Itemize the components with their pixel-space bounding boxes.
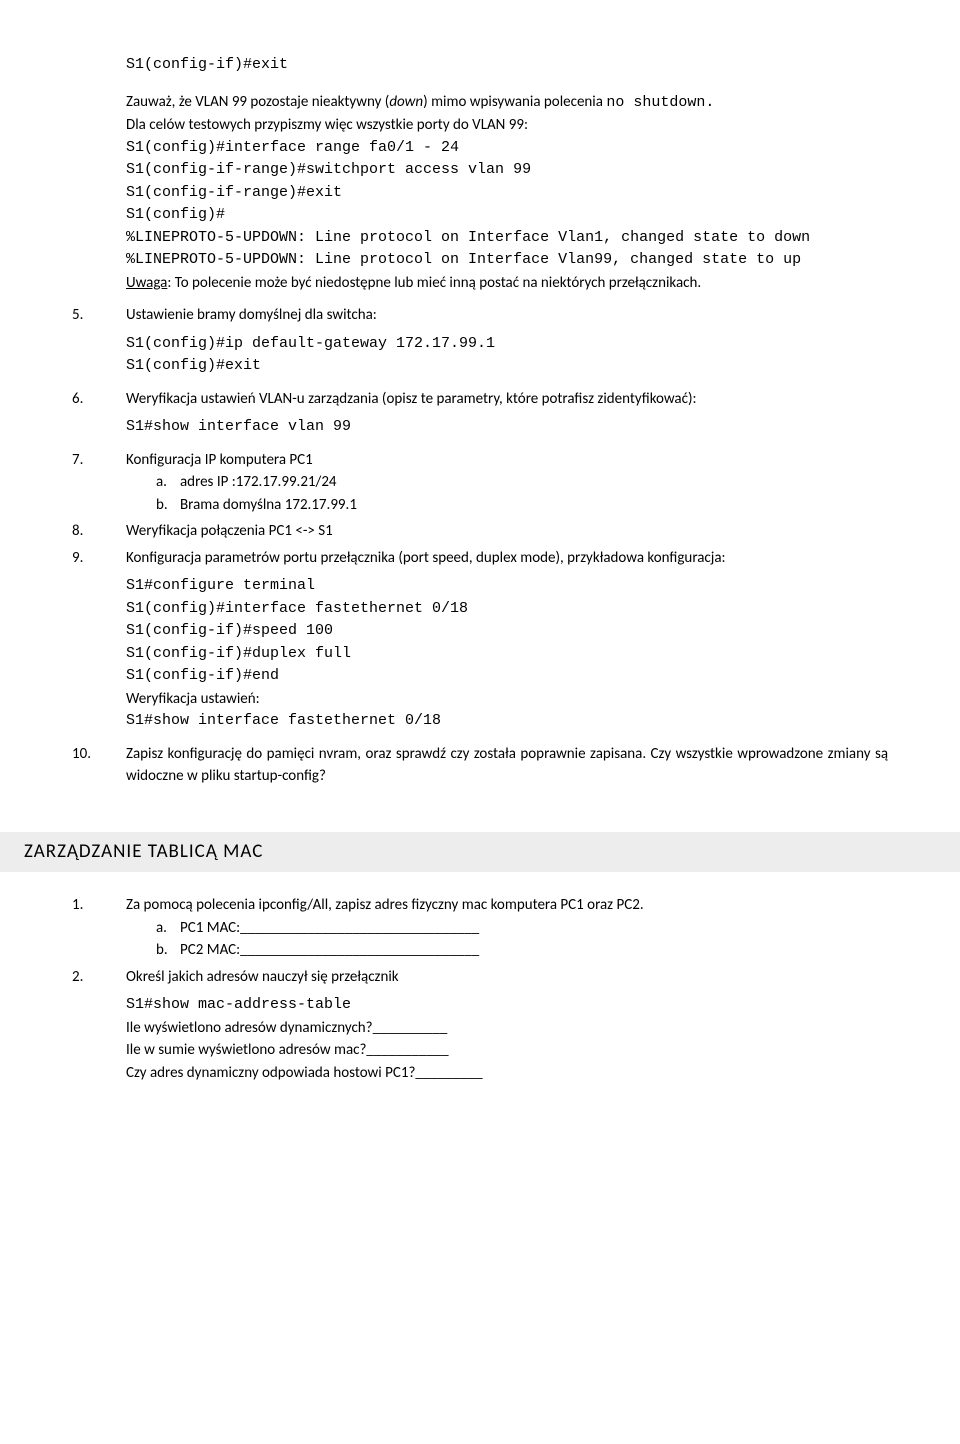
code-line: S1(config)#interface fastethernet 0/18: [126, 598, 888, 621]
code-line: S1#show interface fastethernet 0/18: [126, 710, 888, 733]
question-line: Czy adres dynamiczny odpowiada hostowi P…: [126, 1062, 888, 1085]
list-text: Określ jakich adresów nauczył się przełą…: [126, 966, 888, 989]
list-number: 9.: [72, 547, 126, 570]
list-text: Za pomocą polecenia ipconfig/All, zapisz…: [126, 894, 888, 917]
list-text: Weryfikacja ustawień VLAN-u zarządzania …: [126, 388, 888, 411]
sublist-text: Brama domyślna 172.17.99.1: [180, 494, 357, 517]
code-line: S1(config-if)#duplex full: [126, 643, 888, 666]
list-text: Weryfikacja połączenia PC1 <-> S1: [126, 520, 888, 543]
code-line: S1(config)#ip default-gateway 172.17.99.…: [126, 333, 888, 356]
sublist-letter: a.: [156, 917, 180, 940]
sublist-text: PC1 MAC:________________________________: [180, 917, 479, 940]
paragraph: Zauważ, że VLAN 99 pozostaje nieaktywny …: [126, 91, 888, 115]
code-line: S1(config-if)#speed 100: [126, 620, 888, 643]
text: ) mimo wpisywania polecenia: [423, 93, 606, 111]
code-line: S1#configure terminal: [126, 575, 888, 598]
code-line: S1(config)#: [126, 204, 888, 227]
paragraph: Dla celów testowych przypiszmy więc wszy…: [126, 114, 888, 137]
list-text: Zapisz konfigurację do pamięci nvram, or…: [126, 743, 888, 788]
list-number: 6.: [72, 388, 126, 411]
code-line: S1#show mac-address-table: [126, 994, 888, 1017]
sublist-letter: b.: [156, 494, 180, 517]
list-text: Ustawienie bramy domyślnej dla switcha:: [126, 304, 888, 327]
sublist-letter: b.: [156, 939, 180, 962]
code-inline: no shutdown.: [606, 94, 714, 111]
list-number: 10.: [72, 743, 126, 788]
underline-text: Uwaga: [126, 274, 167, 292]
text: : To polecenie może być niedostępne lub …: [167, 274, 701, 292]
sublist-letter: a.: [156, 471, 180, 494]
list-number: 2.: [72, 966, 126, 989]
sublist-text: PC2 MAC:________________________________: [180, 939, 479, 962]
code-line: S1(config-if)#end: [126, 665, 888, 688]
italic-text: down: [389, 93, 423, 111]
list-number: 8.: [72, 520, 126, 543]
text: Zauważ, że VLAN 99 pozostaje nieaktywny …: [126, 93, 389, 111]
code-line: %LINEPROTO-5-UPDOWN: Line protocol on In…: [126, 227, 888, 250]
question-line: Ile wyświetlono adresów dynamicznych?___…: [126, 1017, 888, 1040]
list-text: Konfiguracja parametrów portu przełączni…: [126, 547, 888, 570]
code-line: S1(config)#exit: [126, 355, 888, 378]
question-line: Ile w sumie wyświetlono adresów mac?____…: [126, 1039, 888, 1062]
note: Uwaga: To polecenie może być niedostępne…: [126, 272, 888, 295]
sublist-text: adres IP :172.17.99.21/24: [180, 471, 337, 494]
text: Weryfikacja ustawień:: [126, 688, 888, 711]
code-line: %LINEPROTO-5-UPDOWN: Line protocol on In…: [126, 249, 888, 272]
code-line: S1#show interface vlan 99: [126, 416, 888, 439]
list-number: 5.: [72, 304, 126, 327]
list-number: 7.: [72, 449, 126, 517]
list-text: Konfiguracja IP komputera PC1: [126, 449, 888, 472]
code-line: S1(config-if-range)#exit: [126, 182, 888, 205]
code-line: S1(config-if-range)#switchport access vl…: [126, 159, 888, 182]
code-line: S1(config)#interface range fa0/1 - 24: [126, 137, 888, 160]
section-heading: ZARZĄDZANIE TABLICĄ MAC: [0, 832, 960, 873]
list-number: 1.: [72, 894, 126, 962]
code-line: S1(config-if)#exit: [126, 54, 888, 77]
